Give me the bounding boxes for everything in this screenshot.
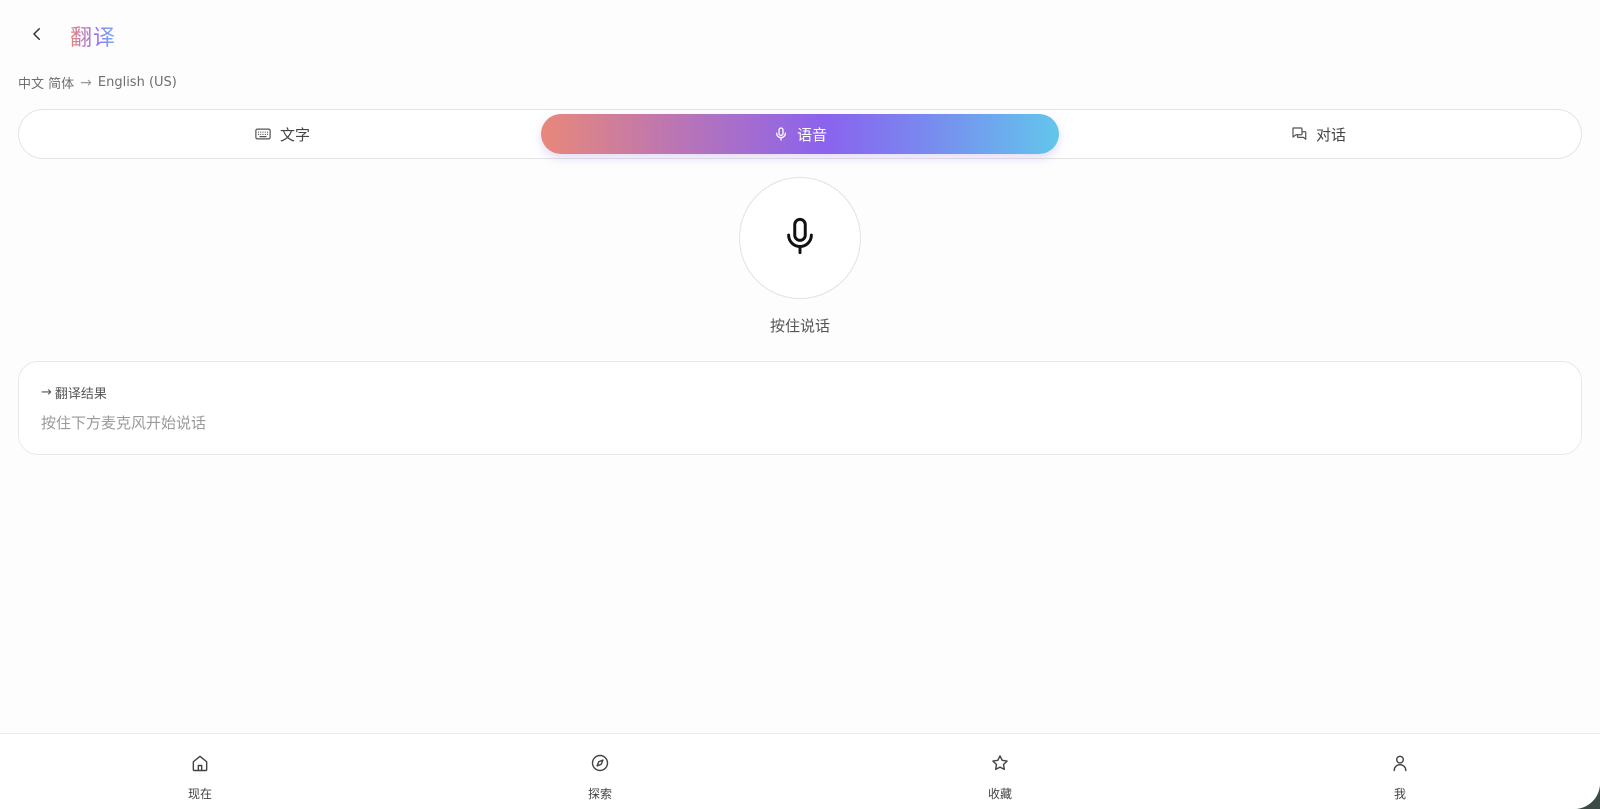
translate-screen: 翻译 中文 简体 → English (US) 文字 语音 对话 按住说话 → …	[0, 0, 1600, 809]
star-icon	[990, 753, 1010, 777]
bottom-navigation: 现在 探索 收藏 我	[0, 733, 1600, 809]
voice-input-area: 按住说话	[0, 177, 1600, 336]
translation-result-card: → 翻译结果 按住下方麦克风开始说话	[18, 361, 1582, 455]
nav-label: 我	[1393, 787, 1406, 801]
chat-bubbles-icon	[1290, 125, 1308, 143]
tab-text[interactable]: 文字	[23, 114, 541, 154]
nav-item-me[interactable]: 我	[1200, 734, 1600, 809]
tab-label: 语音	[796, 125, 827, 144]
push-to-talk-hint: 按住说话	[769, 317, 830, 335]
nav-label: 收藏	[987, 787, 1012, 801]
nav-item-explore[interactable]: 探索	[400, 734, 800, 809]
tab-label: 文字	[279, 125, 310, 144]
tab-label: 对话	[1315, 125, 1346, 144]
home-icon	[190, 753, 210, 777]
tab-voice[interactable]: 语音	[541, 114, 1059, 154]
target-language: English (US)	[97, 75, 177, 90]
arrow-right-icon: →	[41, 385, 52, 400]
nav-label: 探索	[587, 787, 612, 801]
language-pair[interactable]: 中文 简体 → English (US)	[18, 73, 177, 93]
compass-icon	[590, 753, 610, 777]
result-label-text: 翻译结果	[54, 387, 107, 402]
microphone-icon	[779, 215, 821, 261]
page-title: 翻译	[70, 20, 116, 52]
header: 翻译	[22, 18, 116, 54]
result-placeholder: 按住下方麦克风开始说话	[41, 414, 207, 432]
mode-tabs: 文字 语音 对话	[18, 109, 1582, 159]
nav-item-favorites[interactable]: 收藏	[800, 734, 1200, 809]
nav-label: 现在	[187, 787, 212, 801]
keyboard-icon	[254, 125, 272, 143]
result-label: → 翻译结果	[41, 383, 1559, 402]
arrow-right-icon: →	[80, 74, 92, 91]
source-language: 中文 简体	[18, 77, 75, 92]
push-to-talk-button[interactable]	[739, 177, 861, 299]
back-button[interactable]	[22, 21, 52, 51]
microphone-icon	[773, 126, 789, 142]
nav-item-now[interactable]: 现在	[0, 734, 400, 809]
user-icon	[1390, 753, 1410, 777]
tab-conversation[interactable]: 对话	[1059, 114, 1577, 154]
chevron-left-icon	[28, 25, 46, 47]
